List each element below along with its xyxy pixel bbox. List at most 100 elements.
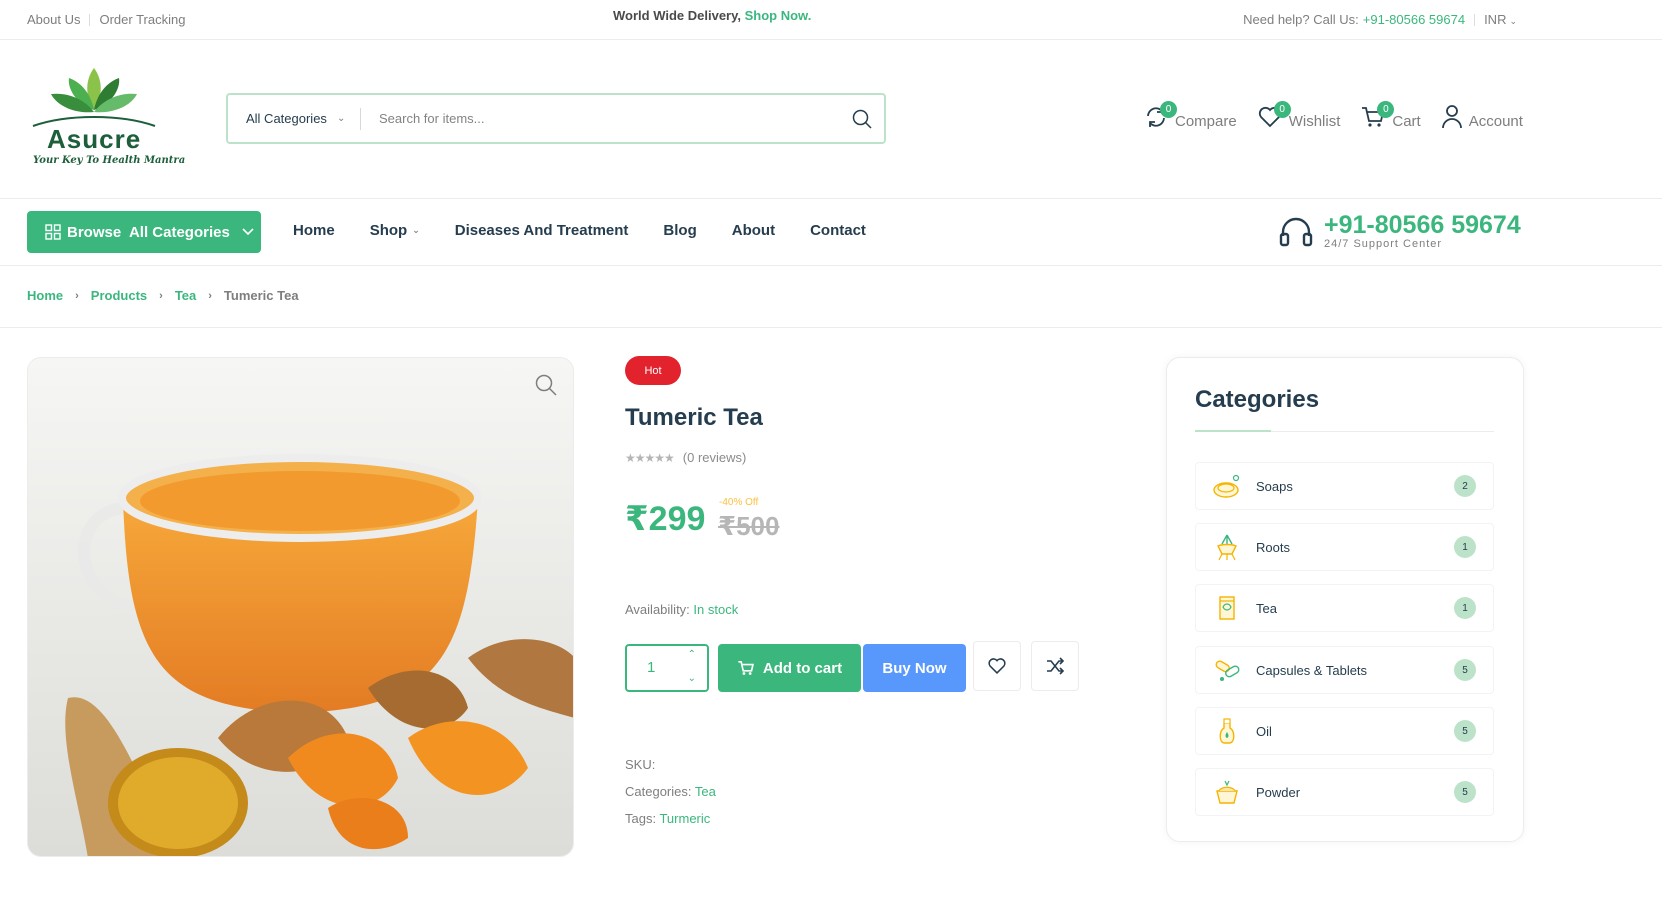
support-phone[interactable]: +91-80566 59674 <box>1324 213 1521 238</box>
promo-banner: World Wide Delivery, Shop Now. <box>613 8 811 23</box>
category-item-soaps[interactable]: Soaps 2 <box>1195 462 1494 510</box>
chevron-down-icon: ⌄ <box>412 225 420 235</box>
availability-label: Availability: <box>625 602 690 617</box>
nav-item-label: Shop <box>369 222 408 239</box>
category-count: 5 <box>1454 720 1476 742</box>
powder-icon <box>1212 777 1242 807</box>
category-item-powder[interactable]: Powder 5 <box>1195 768 1494 816</box>
promo-text: World Wide Delivery, <box>613 8 741 23</box>
shop-now-link[interactable]: Shop Now. <box>745 8 812 23</box>
tea-icon <box>1212 593 1242 623</box>
category-count: 1 <box>1454 597 1476 619</box>
product-tags: Tags: Turmeric <box>625 811 710 826</box>
category-select[interactable]: All Categories ⌄ <box>228 107 361 130</box>
soap-icon <box>1212 471 1242 501</box>
categories-title: Categories <box>1195 386 1320 413</box>
roots-icon <box>1212 532 1242 562</box>
zoom-icon[interactable] <box>535 374 557 396</box>
reviews-link[interactable]: (0 reviews) <box>683 450 747 465</box>
sku-label: SKU: <box>625 757 656 772</box>
nav-item-blog[interactable]: Blog <box>663 222 696 239</box>
divider <box>89 13 91 26</box>
help-text: Need help? Call Us: <box>1243 12 1359 27</box>
logo[interactable]: Asucre Your Key To Health Mantra <box>27 66 185 166</box>
product-title: Tumeric Tea <box>625 404 763 431</box>
search-bar: All Categories ⌄ <box>226 93 886 144</box>
tags-label: Tags: <box>625 811 657 826</box>
nav-item-label: Contact <box>810 222 866 239</box>
nav-item-about[interactable]: About <box>732 222 775 239</box>
nav-item-shop[interactable]: Shop ⌄ <box>370 222 420 239</box>
quantity-stepper[interactable]: 1 ⌃ ⌄ <box>625 644 709 692</box>
browse-categories-button[interactable]: Browse All Categories <box>27 211 261 253</box>
oil-icon <box>1212 716 1242 746</box>
header: Asucre Your Key To Health Mantra All Cat… <box>0 40 1662 199</box>
divider <box>1474 13 1476 26</box>
cart-button[interactable]: 0 Cart <box>1360 101 1421 130</box>
search-input[interactable] <box>361 98 840 139</box>
nav-menu: Home Shop ⌄ Diseases And Treatment Blog A… <box>293 222 901 239</box>
breadcrumb-products[interactable]: Products <box>91 288 147 303</box>
logo-tagline: Your Key To Health Mantra <box>33 155 186 166</box>
about-us-link[interactable]: About Us <box>27 12 80 27</box>
header-actions: 0 Compare 0 Wishlist 0 Cart Account <box>1143 101 1543 130</box>
compare-label: Compare <box>1175 113 1237 130</box>
product-categories: Categories: Tea <box>625 784 716 799</box>
nav-item-contact[interactable]: Contact <box>810 222 866 239</box>
breadcrumb-current: Tumeric Tea <box>223 288 299 303</box>
product-image[interactable] <box>27 357 574 857</box>
wishlist-count-badge: 0 <box>1273 101 1291 118</box>
chevron-down-icon[interactable]: ⌄ <box>688 673 696 684</box>
category-link[interactable]: Tea <box>695 784 716 799</box>
grid-icon <box>45 224 61 240</box>
category-name: Tea <box>1256 600 1277 616</box>
category-name: Roots <box>1256 539 1290 555</box>
current-price: ₹299 <box>625 500 706 538</box>
account-button[interactable]: Account <box>1441 104 1523 130</box>
add-to-wishlist-button[interactable] <box>973 641 1021 691</box>
category-item-capsules[interactable]: Capsules & Tablets 5 <box>1195 646 1494 694</box>
tag-link[interactable]: Turmeric <box>659 811 710 826</box>
category-name: Capsules & Tablets <box>1256 662 1368 678</box>
main-nav: Browse All Categories Home Shop ⌄ Disease… <box>0 199 1662 266</box>
category-item-tea[interactable]: Tea 1 <box>1195 584 1494 632</box>
search-button[interactable] <box>840 99 884 139</box>
add-to-cart-button[interactable]: Add to cart <box>718 644 861 692</box>
buy-now-button[interactable]: Buy Now <box>863 644 966 692</box>
category-count: 5 <box>1454 781 1476 803</box>
breadcrumb-separator: › <box>159 289 163 302</box>
category-count: 2 <box>1454 475 1476 497</box>
nav-item-label: About <box>731 222 776 239</box>
categories-label: Categories: <box>625 784 692 799</box>
buy-now-label: Buy Now <box>882 659 947 677</box>
category-item-roots[interactable]: Roots 1 <box>1195 523 1494 571</box>
user-icon <box>1441 105 1462 129</box>
heart-icon <box>988 658 1006 675</box>
nav-item-label: Home <box>293 222 335 239</box>
nav-item-home[interactable]: Home <box>293 222 335 239</box>
breadcrumb-home[interactable]: Home <box>27 288 63 303</box>
search-icon <box>852 109 872 129</box>
help-phone-link[interactable]: +91-80566 59674 <box>1363 12 1465 27</box>
logo-wordmark: Asucre <box>47 124 142 154</box>
nav-item-label: Blog <box>663 222 697 239</box>
breadcrumb-tea[interactable]: Tea <box>175 288 196 303</box>
lotus-logo-icon <box>32 68 156 127</box>
support-label: 24/7 Support Center <box>1324 238 1443 250</box>
availability: Availability: In stock <box>625 602 738 617</box>
nav-item-diseases[interactable]: Diseases And Treatment <box>455 222 629 239</box>
category-item-oil[interactable]: Oil 5 <box>1195 707 1494 755</box>
breadcrumb: Home › Products › Tea › Tumeric Tea <box>27 288 299 303</box>
currency-value: INR <box>1484 12 1507 27</box>
product-rating: ★★★★★ (0 reviews) <box>625 450 746 465</box>
compare-button[interactable]: 0 Compare <box>1143 101 1237 130</box>
chevron-up-icon[interactable]: ⌃ <box>688 649 696 660</box>
order-tracking-link[interactable]: Order Tracking <box>99 12 185 27</box>
top-bar: About Us Order Tracking World Wide Deliv… <box>0 0 1662 40</box>
wishlist-button[interactable]: 0 Wishlist <box>1257 101 1340 130</box>
title-underline <box>1195 430 1271 432</box>
categories-widget: Categories Soaps 2 Roots 1 Tea 1 Capsule… <box>1166 357 1524 842</box>
shuffle-icon <box>1047 657 1065 675</box>
currency-selector[interactable]: INR ⌄ <box>1484 12 1517 27</box>
add-to-compare-button[interactable] <box>1031 641 1079 691</box>
